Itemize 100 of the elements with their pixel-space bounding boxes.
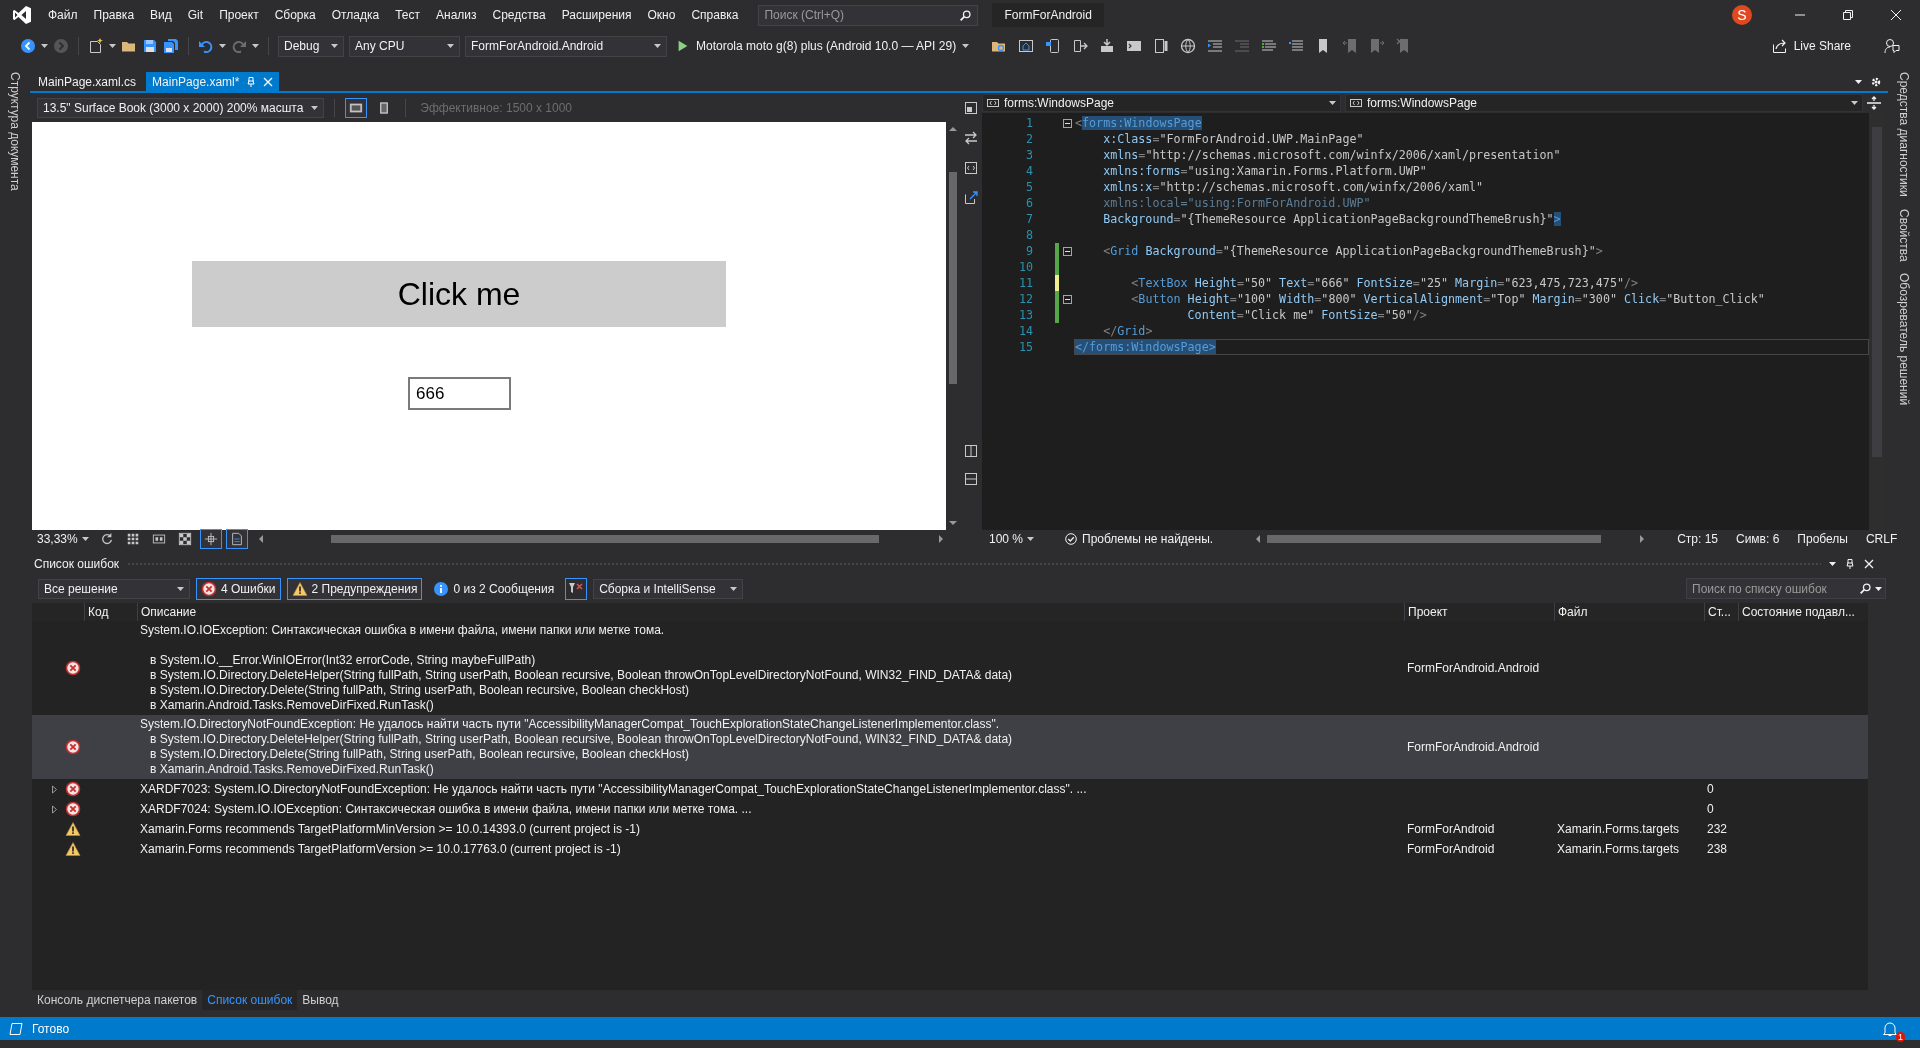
document-tab[interactable]: MainPage.xaml.cs <box>32 72 143 91</box>
new-item-icon[interactable] <box>88 38 104 54</box>
panel-tab[interactable]: Вывод <box>297 990 344 1010</box>
menu-item[interactable]: Окно <box>639 0 684 30</box>
search-field[interactable]: Поиск (Ctrl+Q) <box>758 4 979 26</box>
app-logo-icon[interactable] <box>12 5 32 25</box>
collapse-icon[interactable] <box>1063 118 1072 128</box>
comment-icon[interactable] <box>1261 38 1278 54</box>
phone-icon[interactable] <box>1045 38 1062 54</box>
menu-item[interactable]: Вид <box>142 0 180 30</box>
message-filter-button[interactable]: 0 из 2 Сообщения <box>428 577 560 600</box>
menu-item[interactable]: Средства <box>484 0 554 30</box>
menu-item[interactable]: Справка <box>683 0 747 30</box>
landscape-icon[interactable] <box>345 97 368 118</box>
undo-icon[interactable] <box>198 38 214 54</box>
startup-project-dropdown[interactable]: FormForAndroid.Android <box>465 35 667 57</box>
terminal-icon[interactable] <box>1126 38 1143 54</box>
panel-tab[interactable]: Список ошибок <box>202 990 298 1010</box>
navigation-dropdown[interactable]: forms:WindowsPage <box>1345 94 1863 112</box>
close-icon[interactable] <box>1864 559 1874 569</box>
save-icon[interactable] <box>142 38 158 54</box>
restore-icon[interactable] <box>1843 10 1853 20</box>
window-icon[interactable] <box>1018 38 1035 54</box>
crosshair-icon[interactable] <box>199 529 222 549</box>
redo-icon[interactable] <box>231 38 247 54</box>
platform-dropdown[interactable]: Any CPU <box>349 35 460 57</box>
indent-icon[interactable] <box>1207 38 1224 54</box>
column-header[interactable]: Код <box>84 603 137 621</box>
expand-icon[interactable] <box>50 784 58 794</box>
scroll-left-icon[interactable] <box>1255 535 1262 543</box>
column-header[interactable]: Файл <box>1554 603 1704 621</box>
scroll-up-icon[interactable] <box>949 126 957 132</box>
menu-item[interactable]: Расширения <box>553 0 640 30</box>
save-all-icon[interactable] <box>163 38 179 54</box>
split-horizontal-icon[interactable] <box>965 473 977 485</box>
search-field[interactable]: Поиск по списку ошибок <box>1686 578 1886 599</box>
live-share-button[interactable]: Live Share <box>1771 38 1851 54</box>
scroll-right-icon[interactable] <box>1639 535 1646 543</box>
expand-icon[interactable] <box>50 804 58 814</box>
scroll-down-icon[interactable] <box>949 520 957 526</box>
previous-bookmark-icon[interactable] <box>1342 38 1359 54</box>
filter-icon[interactable] <box>565 577 588 600</box>
uncomment-icon[interactable] <box>1288 38 1305 54</box>
canvas-button[interactable]: Click me <box>192 261 726 327</box>
menu-item[interactable]: Тест <box>387 0 428 30</box>
menu-item[interactable]: Отладка <box>323 0 388 30</box>
line-ending-indicator[interactable]: CRLF <box>1865 532 1898 546</box>
error-row[interactable]: XARDF7024: System.IO.IOException: Синтаксическая ошибка в имени файла, имени папки или метке тома. ... 0 <box>32 799 1868 819</box>
error-filter-button[interactable]: 4 Ошибки <box>196 577 281 600</box>
side-tab[interactable]: Средства диагностики <box>1897 70 1911 199</box>
menu-item[interactable]: Файл <box>40 0 86 30</box>
column-header[interactable]: Состояние подавл... <box>1738 603 1868 621</box>
scroll-left-icon[interactable] <box>257 535 264 543</box>
configuration-dropdown[interactable]: Debug <box>278 35 344 57</box>
account-avatar[interactable]: S <box>1732 5 1752 25</box>
error-row[interactable]: Xamarin.Forms recommends TargetPlatformVersion >= 10.0.17763.0 (current project is -1) FormForAndroid Xamarin.Forms.targets 238 <box>32 839 1868 859</box>
column-header[interactable]: Проект <box>1404 603 1554 621</box>
scope-dropdown[interactable]: Все решение <box>38 578 190 599</box>
error-row[interactable] <box>32 715 1868 779</box>
next-bookmark-icon[interactable] <box>1369 38 1386 54</box>
horizontal-scrollbar[interactable] <box>257 533 944 545</box>
scroll-right-icon[interactable] <box>938 535 944 543</box>
warning-filter-button[interactable]: 2 Предупреждения <box>286 577 423 600</box>
xaml-pane-icon[interactable] <box>964 161 978 175</box>
side-tab[interactable]: Свойства <box>1897 206 1911 264</box>
collapse-icon[interactable] <box>1063 294 1072 304</box>
collapse-icon[interactable] <box>1063 246 1072 256</box>
zoom-dropdown[interactable]: 33,33% <box>34 531 92 547</box>
error-row[interactable]: XARDF7023: System.IO.DirectoryNotFoundException: Не удалось найти часть пути "AccessibilityManagerCompat_TouchExplorationStateChangeListenerImplementor.class". ... 0 <box>32 779 1868 799</box>
menu-item[interactable]: Правка <box>85 0 143 30</box>
menu-item[interactable]: Сборка <box>266 0 324 30</box>
bell-icon[interactable] <box>1882 1020 1898 1037</box>
popout-icon[interactable] <box>964 191 978 205</box>
whitespace-indicator[interactable]: Пробелы <box>1797 532 1848 546</box>
split-vertical-icon[interactable] <box>965 445 977 457</box>
pin-icon[interactable] <box>1844 558 1856 570</box>
navigation-dropdown[interactable]: forms:WindowsPage <box>982 94 1341 112</box>
search-icon[interactable] <box>1859 582 1872 595</box>
feedback-icon[interactable] <box>1884 38 1900 54</box>
error-row[interactable]: Xamarin.Forms recommends TargetPlatformMinVersion >= 10.0.14393.0 (current project is -1) FormForAndroid Xamarin.Forms.targets 232 <box>32 819 1868 839</box>
swap-icon[interactable] <box>964 131 978 145</box>
menu-item[interactable]: Анализ <box>428 0 485 30</box>
tablet-icon[interactable] <box>1153 38 1170 54</box>
pane-icon[interactable] <box>964 101 978 115</box>
device-dropdown[interactable]: 13.5" Surface Book (3000 x 2000) 200% масшта <box>37 97 325 118</box>
settings-icon[interactable] <box>1870 75 1882 88</box>
text-field[interactable]: 666 <box>408 377 511 410</box>
run-button[interactable]: Motorola moto g(8) plus (Android 10.0 — API 29) <box>672 39 974 53</box>
side-tab[interactable]: Обозреватель решений <box>1897 271 1911 408</box>
back-icon[interactable] <box>20 38 36 54</box>
issues-status[interactable]: Проблемы не найдены. <box>1082 532 1214 546</box>
split-window-icon[interactable] <box>1867 96 1881 110</box>
column-header[interactable]: Ст... <box>1704 603 1738 621</box>
close-icon[interactable] <box>1891 10 1901 20</box>
horizontal-scrollbar[interactable] <box>1255 533 1646 545</box>
search-icon[interactable] <box>959 8 973 22</box>
export-icon[interactable] <box>1072 38 1089 54</box>
zoom-dropdown[interactable]: 100 % <box>986 531 1038 547</box>
source-dropdown[interactable]: Сборка и IntelliSense <box>593 578 744 599</box>
column-header[interactable]: Описание <box>137 603 1404 621</box>
